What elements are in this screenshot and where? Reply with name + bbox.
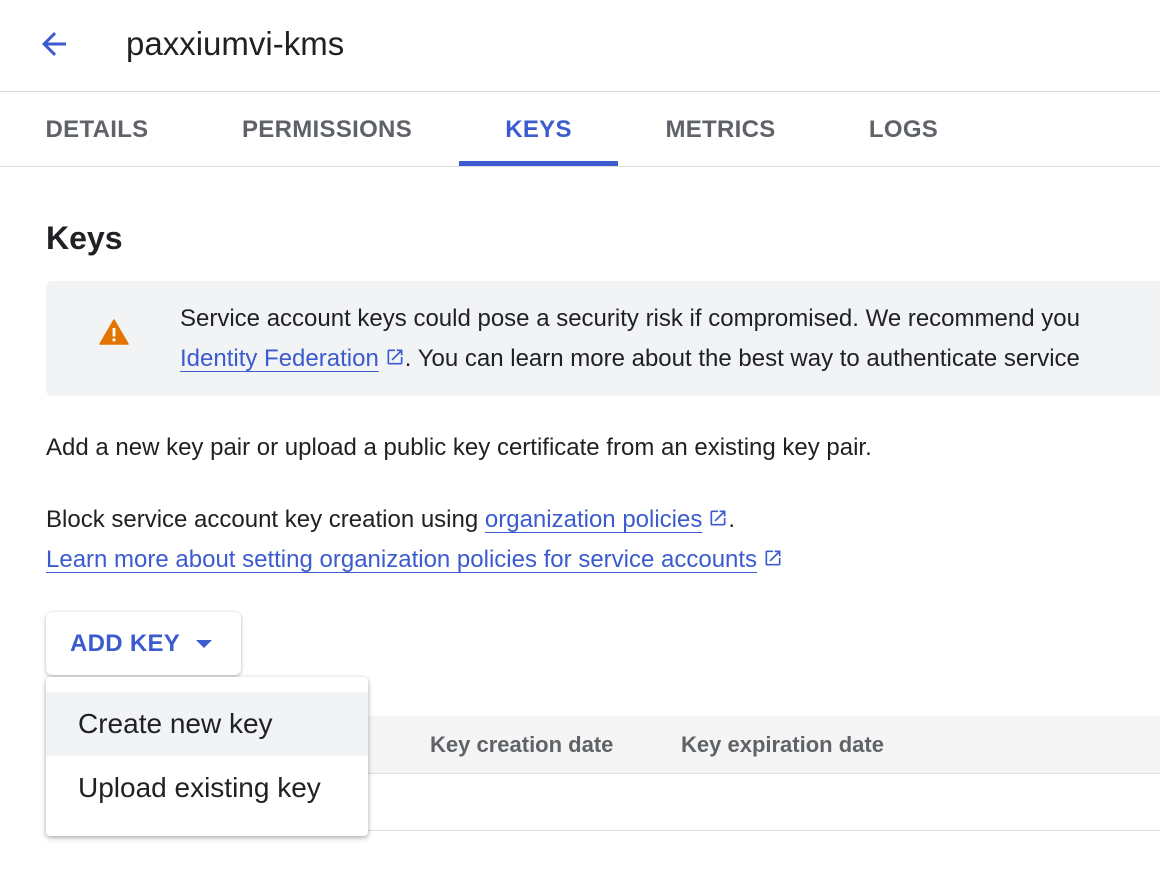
menu-item-create-new-key[interactable]: Create new key xyxy=(46,692,368,756)
learn-more-link[interactable]: Learn more about setting organization po… xyxy=(46,546,757,573)
tab-logs[interactable]: LOGS xyxy=(869,93,938,166)
external-link-icon xyxy=(765,550,781,566)
page-title: paxxiumvi-kms xyxy=(126,25,345,62)
keys-description: Add a new key pair or upload a public ke… xyxy=(46,434,872,461)
page-header: paxxiumvi-kms xyxy=(0,0,1160,92)
tab-details[interactable]: DETAILS xyxy=(46,93,149,166)
policy-prefix: Block service account key creation using xyxy=(46,506,485,533)
menu-item-upload-existing-key[interactable]: Upload existing key xyxy=(46,756,368,820)
section-heading: Keys xyxy=(46,220,123,256)
add-key-label: ADD KEY xyxy=(70,629,181,657)
add-key-menu: Create new key Upload existing key xyxy=(46,677,368,836)
learn-more-line: Learn more about setting organization po… xyxy=(46,540,783,580)
tab-metrics[interactable]: METRICS xyxy=(665,93,775,166)
external-link-icon xyxy=(387,349,403,365)
security-warning-banner: Service account keys could pose a securi… xyxy=(46,281,1160,396)
tab-bar: DETAILS PERMISSIONS KEYS METRICS LOGS xyxy=(0,93,1160,167)
add-key-button[interactable]: ADD KEY xyxy=(46,612,241,675)
warning-line-2: Identity Federation . You can learn more … xyxy=(180,339,1080,379)
organization-policies-link[interactable]: organization policies xyxy=(485,506,702,533)
identity-federation-link[interactable]: Identity Federation xyxy=(180,345,379,372)
tab-permissions[interactable]: PERMISSIONS xyxy=(242,93,412,166)
warning-icon xyxy=(99,319,129,345)
warning-line-2-text: . You can learn more about the best way … xyxy=(404,345,1080,372)
column-header-key-expiration-date[interactable]: Key expiration date xyxy=(681,716,884,774)
external-link-icon xyxy=(710,510,726,526)
tab-keys[interactable]: KEYS xyxy=(459,93,618,166)
arrow-back-icon xyxy=(42,32,66,56)
warning-line-1: Service account keys could pose a securi… xyxy=(180,305,1080,332)
active-tab-indicator xyxy=(459,161,618,166)
policy-line: Block service account key creation using… xyxy=(46,500,735,540)
caret-down-icon xyxy=(196,639,213,648)
policy-suffix: . xyxy=(728,506,736,533)
column-header-key-creation-date[interactable]: Key creation date xyxy=(430,716,613,774)
warning-text: Service account keys could pose a securi… xyxy=(180,299,1080,379)
back-button[interactable] xyxy=(30,24,78,64)
